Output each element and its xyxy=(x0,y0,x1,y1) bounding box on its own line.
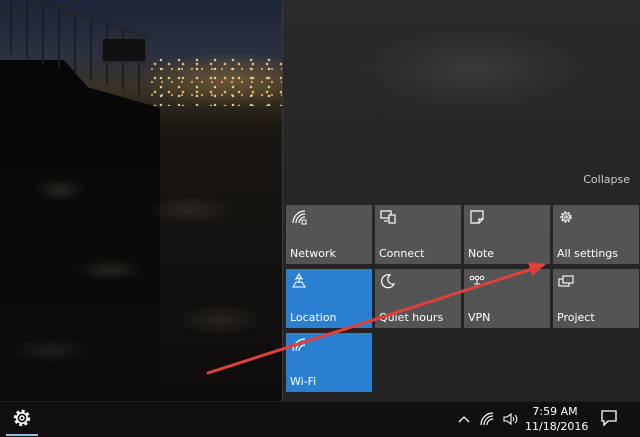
tile-label: Note xyxy=(468,247,495,260)
tile-quiet-hours[interactable]: Quiet hours xyxy=(375,269,461,328)
gear-icon xyxy=(12,408,32,432)
moon-icon xyxy=(380,273,396,289)
tile-location[interactable]: Location xyxy=(286,269,372,328)
tile-all-settings[interactable]: All settings xyxy=(553,205,639,264)
note-icon xyxy=(469,209,485,225)
project-icon xyxy=(558,273,574,289)
action-center-panel: Collapse Network Connect Note All settin… xyxy=(282,0,640,401)
action-center-button[interactable] xyxy=(594,405,624,435)
tile-label: All settings xyxy=(557,247,618,260)
tile-label: Quiet hours xyxy=(379,311,444,324)
tile-label: Project xyxy=(557,311,595,324)
rocky-ground xyxy=(0,150,282,401)
taskbar-clock[interactable]: 7:59 AM 11/18/2016 xyxy=(525,403,589,436)
city-lights xyxy=(150,58,282,106)
tile-note[interactable]: Note xyxy=(464,205,550,264)
active-indicator xyxy=(6,434,38,436)
volume-icon[interactable] xyxy=(502,411,518,427)
connect-icon xyxy=(380,209,396,225)
taskbar-settings-button[interactable] xyxy=(4,404,40,436)
location-icon xyxy=(291,273,307,289)
tile-label: Location xyxy=(290,311,337,324)
wifi-icon[interactable] xyxy=(479,411,495,427)
tile-label: Connect xyxy=(379,247,425,260)
tile-vpn[interactable]: VPN xyxy=(464,269,550,328)
tile-network[interactable]: Network xyxy=(286,205,372,264)
network-icon xyxy=(291,209,307,225)
collapse-link[interactable]: Collapse xyxy=(583,173,630,186)
tile-project[interactable]: Project xyxy=(553,269,639,328)
vpn-icon xyxy=(469,273,485,289)
desktop-wallpaper xyxy=(0,0,282,401)
clock-time: 7:59 AM xyxy=(532,405,578,418)
taskbar: 7:59 AM 11/18/2016 xyxy=(0,401,640,437)
tile-wifi[interactable]: Wi-Fi xyxy=(286,333,372,392)
gear-icon xyxy=(558,209,574,225)
action-center-icon xyxy=(600,409,618,431)
clock-date: 11/18/2016 xyxy=(525,420,589,433)
tile-label: Wi-Fi xyxy=(290,375,317,388)
wifi-icon xyxy=(291,337,307,353)
signboard xyxy=(102,38,146,62)
tile-connect[interactable]: Connect xyxy=(375,205,461,264)
chevron-up-icon[interactable] xyxy=(456,411,472,427)
tile-label: Network xyxy=(290,247,336,260)
tile-label: VPN xyxy=(468,311,491,324)
